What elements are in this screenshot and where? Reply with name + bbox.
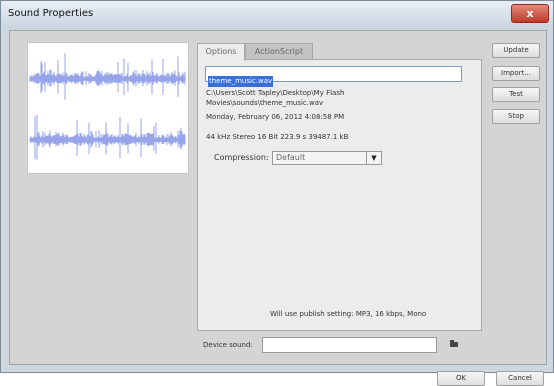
window-title: Sound Properties: [8, 8, 94, 19]
waveform-preview: [27, 42, 189, 174]
options-panel: theme_music.wav C:\Users\Scott Tapley\De…: [197, 59, 482, 331]
tab-options[interactable]: Options: [197, 43, 245, 61]
close-button[interactable]: x: [511, 4, 549, 23]
waveform-svg: [29, 53, 186, 161]
cancel-button[interactable]: Cancel: [496, 371, 544, 386]
chevron-down-icon: ▼: [366, 152, 381, 164]
stop-button[interactable]: Stop: [492, 109, 540, 124]
file-date: Monday, February 06, 2012 4:08:58 PM: [206, 113, 345, 121]
file-path: C:\Users\Scott Tapley\Desktop\My Flash M…: [206, 89, 345, 107]
sound-name-input[interactable]: theme_music.wav: [205, 66, 462, 87]
title-bar[interactable]: Sound Properties x: [1, 1, 553, 29]
folder-icon[interactable]: [450, 340, 458, 347]
waveform-trace: [29, 53, 186, 100]
dialog-content: Options ActionScript theme_music.wav C:\…: [9, 30, 547, 386]
sound-properties-dialog: Sound Properties x Options ActionScript …: [0, 0, 554, 386]
import-button[interactable]: Import...: [492, 66, 540, 81]
compression-select[interactable]: Default ▼: [272, 151, 382, 165]
tab-actionscript[interactable]: ActionScript: [245, 43, 313, 60]
ok-button[interactable]: OK: [437, 371, 485, 386]
publish-setting-note: Will use publish setting: MP3, 16 kbps, …: [270, 310, 427, 318]
update-button[interactable]: Update: [492, 43, 540, 58]
compression-label: Compression:: [214, 153, 269, 162]
compression-value: Default: [276, 153, 306, 162]
waveform-channel-left: [29, 53, 186, 100]
sound-name-value: theme_music.wav: [208, 76, 274, 87]
sound-format-info: 44 kHz Stereo 16 Bit 223.9 s 39487.1 kB: [206, 133, 349, 141]
waveform-channel-right: [29, 114, 186, 161]
close-icon: x: [526, 7, 534, 20]
device-sound-input[interactable]: [262, 337, 437, 353]
test-button[interactable]: Test: [492, 87, 540, 102]
device-sound-label: Device sound:: [203, 341, 253, 349]
waveform-trace: [29, 114, 186, 161]
